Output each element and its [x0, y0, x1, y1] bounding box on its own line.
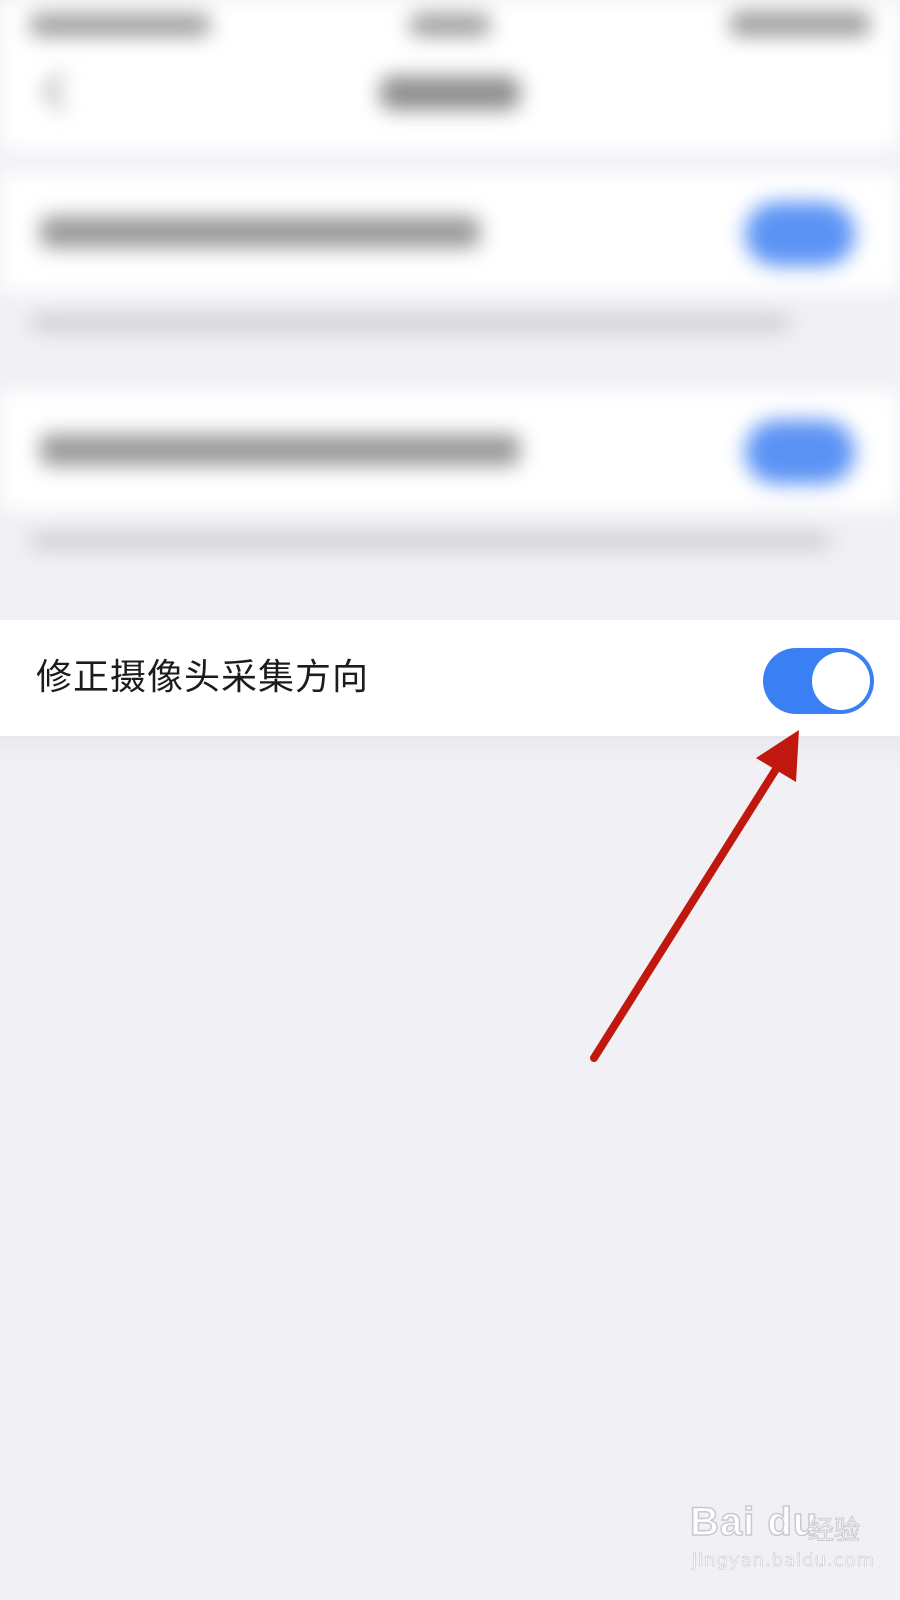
status-carrier-placeholder — [30, 14, 210, 36]
blurred-toggle-2[interactable] — [745, 420, 855, 484]
camera-orientation-toggle[interactable] — [763, 648, 874, 714]
blurred-label-1 — [40, 216, 480, 248]
nav-title-placeholder — [380, 76, 520, 110]
toggle-knob — [812, 652, 870, 710]
nav-bar — [0, 50, 900, 150]
blurred-description-1 — [30, 316, 790, 330]
blurred-region — [0, 0, 900, 620]
status-bar — [0, 0, 900, 50]
setting-label: 修正摄像头采集方向 — [36, 657, 370, 698]
blurred-toggle-1[interactable] — [745, 202, 855, 266]
setting-row-camera-orientation: 修正摄像头采集方向 — [0, 620, 900, 736]
arrow-shaft — [590, 754, 787, 1062]
blurred-description-2 — [30, 534, 830, 548]
blurred-label-2 — [40, 434, 520, 466]
blurred-content — [0, 0, 900, 620]
baidu-jingyan-watermark: Bai du 经验 jingyan.baidu.com — [689, 1499, 890, 1580]
blurred-setting-row-1 — [0, 172, 900, 292]
watermark-brand: Bai du — [689, 1499, 819, 1545]
watermark-suffix: 经验 — [807, 1516, 861, 1547]
watermark-url: jingyan.baidu.com — [692, 1550, 876, 1572]
status-battery-placeholder — [730, 12, 870, 36]
back-chevron-icon[interactable] — [42, 72, 81, 111]
status-time-placeholder — [410, 14, 490, 36]
blurred-setting-row-2 — [0, 390, 900, 510]
row-shadow — [0, 736, 900, 766]
